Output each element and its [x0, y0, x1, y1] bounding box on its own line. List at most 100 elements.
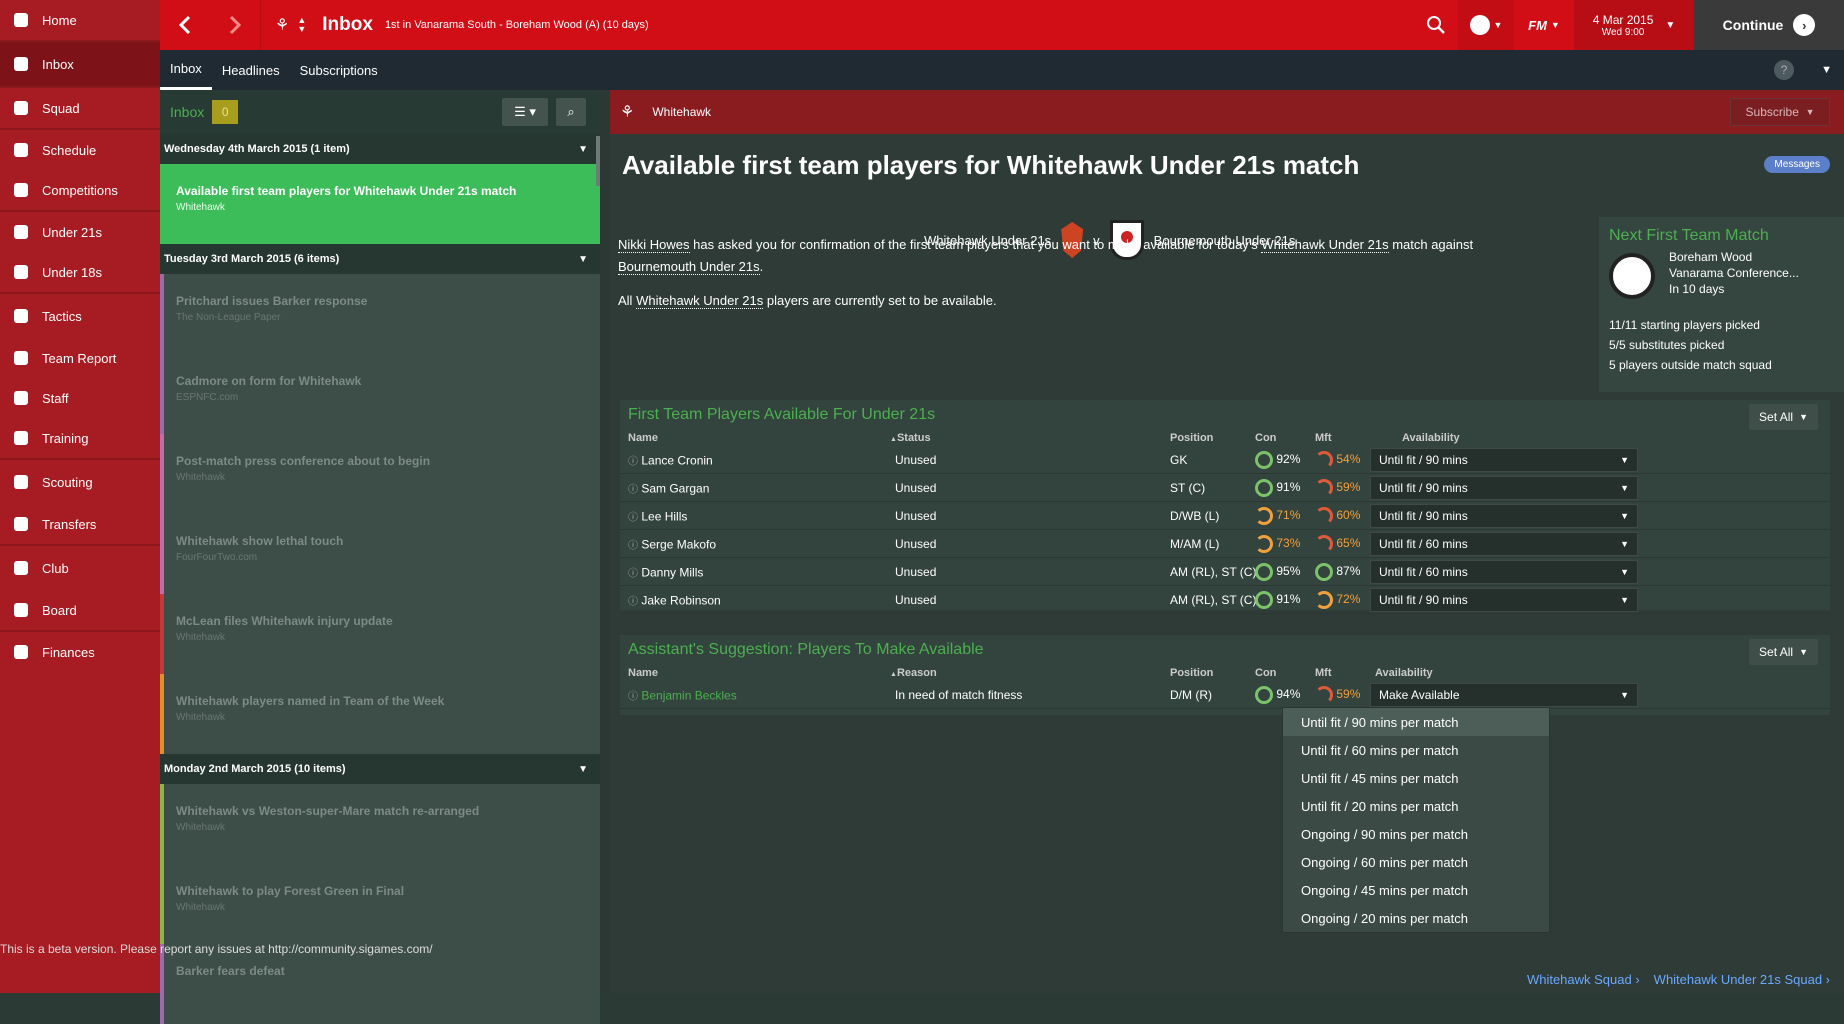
sidebar-item-staff[interactable]: Staff — [0, 378, 160, 418]
player-name[interactable]: ⓘ Serge Makofo — [628, 536, 716, 551]
sidebar-item-schedule[interactable]: Schedule — [0, 130, 160, 170]
search-button[interactable]: ⌕ — [556, 98, 586, 126]
availability-select[interactable]: Until fit / 90 mins ▼ — [1370, 448, 1638, 472]
panel-divider[interactable] — [600, 90, 610, 993]
set-all-button[interactable]: Set All ▼ — [1749, 639, 1818, 665]
info-icon[interactable]: ⓘ — [628, 568, 638, 579]
next-opponent[interactable]: Boreham Wood — [1669, 249, 1799, 265]
next-competition[interactable]: Vanarama Conference... — [1669, 265, 1799, 281]
col-availability[interactable]: Availability — [1402, 432, 1460, 444]
sidebar-item-finances[interactable]: Finances — [0, 632, 160, 672]
sidebar-item-under-18s[interactable]: Under 18s — [0, 252, 160, 292]
info-icon[interactable]: ⓘ — [628, 691, 638, 702]
sidebar-item-club[interactable]: Club — [0, 546, 160, 590]
continue-button[interactable]: Continue › — [1694, 0, 1844, 50]
sidebar-item-competitions[interactable]: Competitions — [0, 170, 160, 210]
message-item[interactable]: Cadmore on form for Whitehawk ESPNFC.com — [160, 354, 600, 434]
fm-menu-button[interactable]: FM ▼ — [1514, 0, 1574, 50]
sidebar-item-home[interactable]: Home — [0, 0, 160, 40]
message-item[interactable]: McLean files Whitehawk injury update Whit… — [160, 594, 600, 674]
set-all-button[interactable]: Set All ▼ — [1749, 404, 1818, 430]
table-row[interactable]: ⓘ Serge Makofo Unused M/AM (L) 73% 65% Unti… — [620, 530, 1830, 558]
col-reason[interactable]: ▲Reason — [890, 667, 937, 679]
u21-squad-link[interactable]: Whitehawk Under 21s Squad › — [1654, 972, 1830, 987]
message-item[interactable]: Barker fears defeat — [160, 944, 600, 1024]
tab-subscriptions[interactable]: Subscriptions — [290, 50, 388, 90]
col-status[interactable]: ▲Status — [890, 432, 931, 444]
availability-select[interactable]: Until fit / 90 mins ▼ — [1370, 476, 1638, 500]
sidebar-item-tactics[interactable]: Tactics — [0, 294, 160, 338]
table-row[interactable]: ⓘ Benjamin Beckles In need of match fitne… — [620, 681, 1830, 709]
team-link[interactable]: Whitehawk Under 21s — [1261, 237, 1389, 253]
chevron-down-icon[interactable]: ▼ — [1821, 64, 1832, 76]
availability-select[interactable]: Until fit / 60 mins ▼ — [1370, 560, 1638, 584]
up-down-arrows-icon[interactable]: ▲ ▼ — [297, 16, 306, 34]
sidebar-item-under-21s[interactable]: Under 21s — [0, 212, 160, 252]
help-icon[interactable]: ? — [1774, 60, 1794, 80]
message-item[interactable]: Whitehawk players named in Team of the W… — [160, 674, 600, 754]
team-link-2[interactable]: Whitehawk Under 21s — [636, 293, 764, 309]
date-group-header[interactable]: Tuesday 3rd March 2015 (6 items) ▼ — [160, 244, 600, 274]
table-row[interactable]: ⓘ Sam Gargan Unused ST (C) 91% 59% Until fi… — [620, 474, 1830, 502]
player-name[interactable]: ⓘ Jake Robinson — [628, 592, 721, 607]
date-group-header[interactable]: Wednesday 4th March 2015 (1 item) ▼ — [160, 134, 600, 164]
forward-button[interactable] — [210, 0, 260, 50]
col-mft[interactable]: Mft — [1315, 432, 1332, 444]
message-item[interactable]: Available first team players for Whiteha… — [160, 164, 600, 244]
col-position[interactable]: Position — [1170, 667, 1213, 679]
player-name[interactable]: ⓘ Danny Mills — [628, 564, 703, 579]
sidebar-item-inbox[interactable]: Inbox — [0, 42, 160, 86]
message-item[interactable]: Whitehawk vs Weston-super-Mare match re-… — [160, 784, 600, 864]
availability-select[interactable]: Until fit / 90 mins ▼ — [1370, 588, 1638, 612]
availability-select[interactable]: Until fit / 60 mins ▼ — [1370, 532, 1638, 556]
search-icon[interactable] — [1414, 16, 1458, 34]
staff-link[interactable]: Nikki Howes — [618, 237, 690, 253]
col-position[interactable]: Position — [1170, 432, 1213, 444]
sidebar-item-transfers[interactable]: Transfers — [0, 504, 160, 544]
club-name[interactable]: Whitehawk — [652, 105, 711, 119]
col-name[interactable]: Name — [628, 432, 658, 444]
table-row[interactable]: ⓘ Jake Robinson Unused AM (RL), ST (C) 91%… — [620, 586, 1830, 614]
club-badge-icon[interactable]: ⚘ — [275, 15, 289, 35]
message-item[interactable]: Post-match press conference about to beg… — [160, 434, 600, 514]
table-row[interactable]: ⓘ Danny Mills Unused AM (RL), ST (C) 95% 8… — [620, 558, 1830, 586]
next-match-subtitle[interactable]: 1st in Vanarama South - Boreham Wood (A)… — [385, 19, 649, 31]
sidebar-item-team-report[interactable]: Team Report — [0, 338, 160, 378]
message-item[interactable]: Whitehawk show lethal touch FourFourTwo.c… — [160, 514, 600, 594]
availability-select[interactable]: Make Available ▼ — [1370, 683, 1638, 707]
col-availability[interactable]: Availability — [1375, 667, 1433, 679]
dropdown-option[interactable]: Until fit / 20 mins per match — [1283, 792, 1549, 820]
table-row[interactable]: ⓘ Lee Hills Unused D/WB (L) 71% 60% Until f… — [620, 502, 1830, 530]
dropdown-option[interactable]: Until fit / 90 mins per match — [1283, 708, 1549, 736]
back-button[interactable] — [160, 0, 210, 50]
subscribe-button[interactable]: Subscribe ▼ — [1730, 98, 1830, 126]
table-row[interactable]: ⓘ Lance Cronin Unused GK 92% 54% Until fit … — [620, 446, 1830, 474]
player-name[interactable]: ⓘ Lee Hills — [628, 508, 687, 523]
info-icon[interactable]: ⓘ — [628, 456, 638, 467]
player-name[interactable]: ⓘ Lance Cronin — [628, 452, 713, 467]
sidebar-item-scouting[interactable]: Scouting — [0, 460, 160, 504]
messages-button[interactable]: Messages — [1764, 156, 1830, 173]
tab-headlines[interactable]: Headlines — [212, 50, 290, 90]
col-con[interactable]: Con — [1255, 432, 1276, 444]
dropdown-option[interactable]: Ongoing / 20 mins per match — [1283, 904, 1549, 932]
message-item[interactable]: Whitehawk to play Forest Green in Final W… — [160, 864, 600, 944]
filter-menu-button[interactable]: ☰ ▾ — [502, 98, 548, 126]
tab-inbox[interactable]: Inbox — [160, 50, 212, 90]
date-display[interactable]: 4 Mar 2015 Wed 9:00 ▼ — [1574, 0, 1694, 50]
availability-select[interactable]: Until fit / 90 mins ▼ — [1370, 504, 1638, 528]
col-name[interactable]: Name — [628, 667, 658, 679]
date-group-header[interactable]: Monday 2nd March 2015 (10 items) ▼ — [160, 754, 600, 784]
info-icon[interactable]: ⓘ — [628, 596, 638, 607]
sidebar-item-training[interactable]: Training — [0, 418, 160, 458]
opponent-badge-icon[interactable] — [1609, 253, 1655, 299]
dropdown-option[interactable]: Ongoing / 90 mins per match — [1283, 820, 1549, 848]
dropdown-option[interactable]: Ongoing / 45 mins per match — [1283, 876, 1549, 904]
opponent-link[interactable]: Bournemouth Under 21s — [618, 259, 760, 275]
globe-menu-button[interactable]: ▼ — [1458, 0, 1514, 50]
squad-link[interactable]: Whitehawk Squad › — [1527, 972, 1640, 987]
player-name[interactable]: ⓘ Sam Gargan — [628, 480, 709, 495]
info-icon[interactable]: ⓘ — [628, 512, 638, 523]
dropdown-option[interactable]: Until fit / 45 mins per match — [1283, 764, 1549, 792]
col-con[interactable]: Con — [1255, 667, 1276, 679]
